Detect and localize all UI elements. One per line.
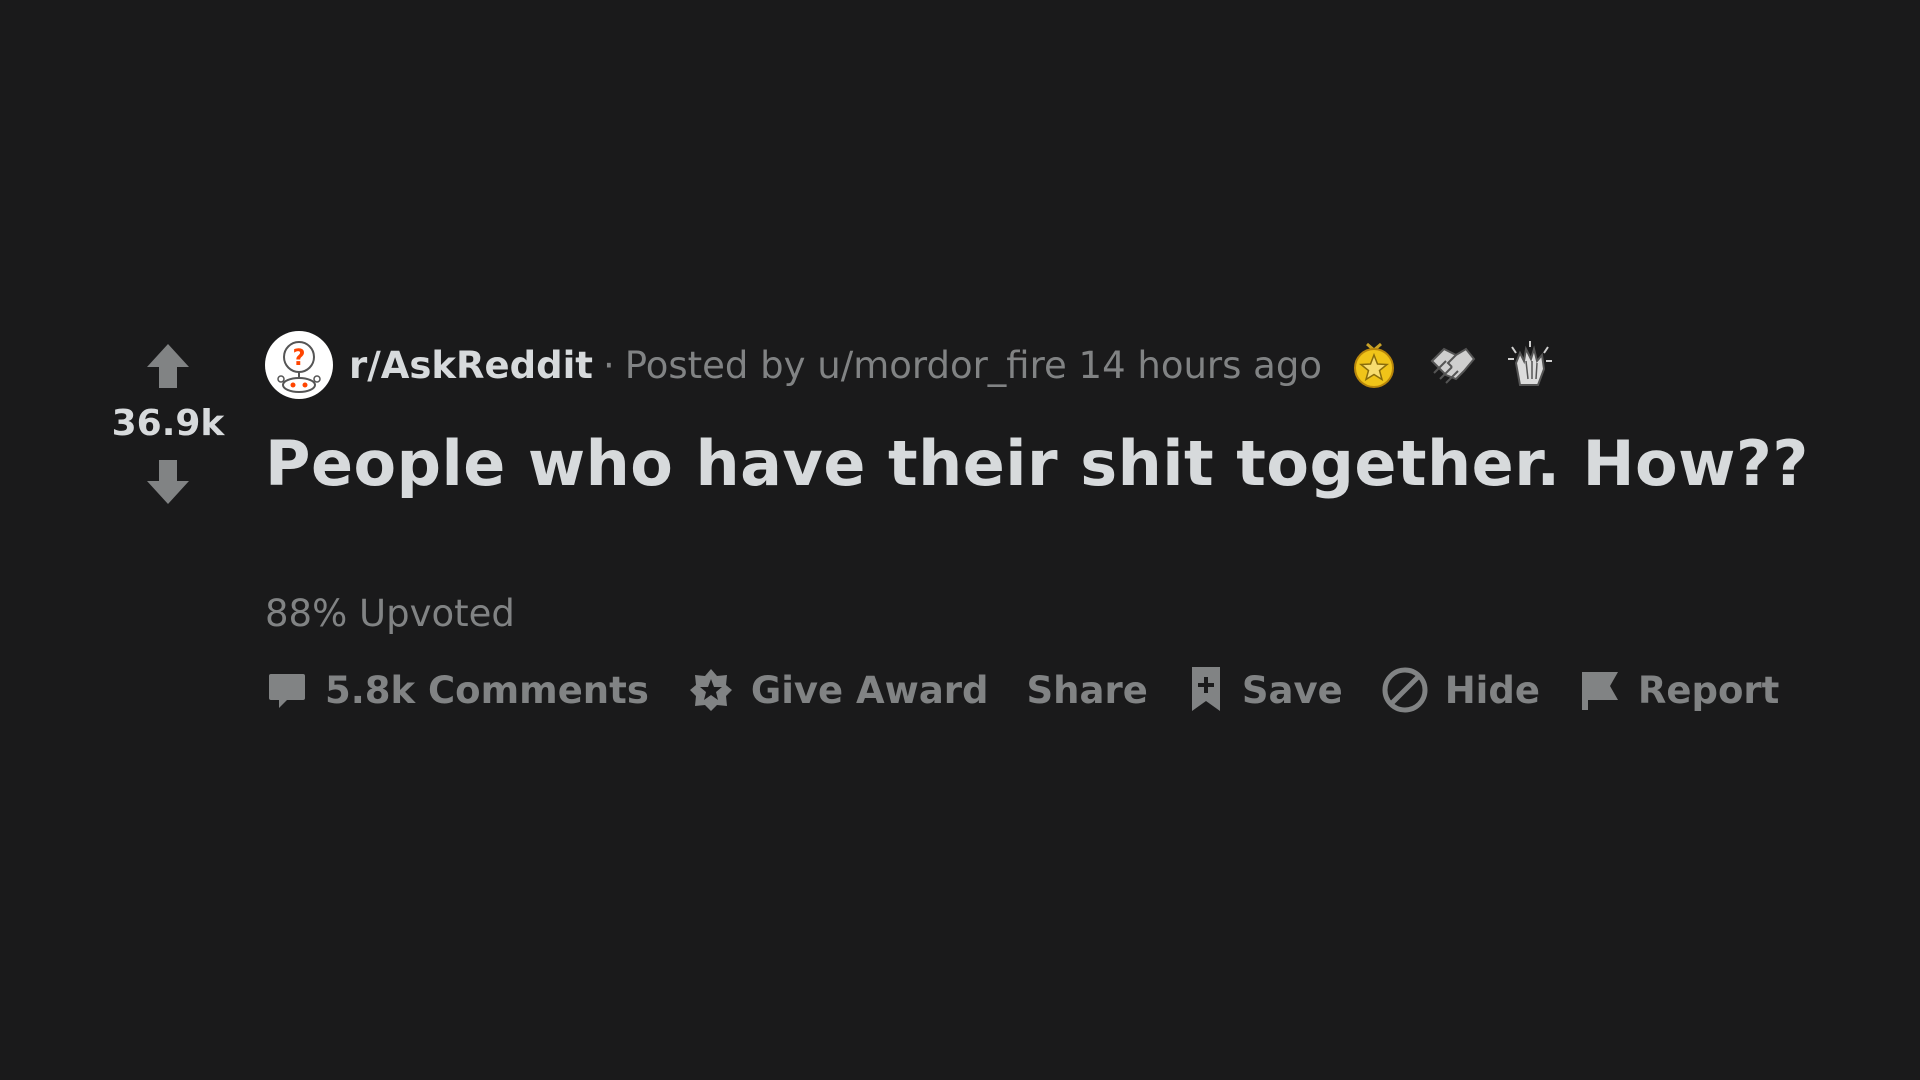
save-label: Save	[1241, 668, 1343, 712]
post-title[interactable]: People who have their shit together. How…	[265, 426, 1865, 502]
author-username[interactable]: u/mordor_fire	[817, 344, 1066, 387]
post-content: ? r/AskReddit · Posted by u/mordor_fire …	[265, 330, 1865, 715]
clapping-award-icon	[1507, 341, 1552, 386]
comment-icon	[269, 674, 305, 708]
award-handshake[interactable]	[1426, 339, 1478, 391]
post-actions: 5.8k Comments Give Award Share Save Hide…	[265, 665, 1865, 715]
hide-icon	[1382, 667, 1428, 713]
subreddit-name[interactable]: r/AskReddit	[349, 344, 593, 387]
hide-label: Hide	[1444, 668, 1540, 712]
vote-score: 36.9k	[111, 403, 225, 444]
posted-by-text: Posted by u/mordor_fire 14 hours ago	[625, 344, 1322, 387]
downvote-arrow-icon	[147, 460, 189, 504]
upvote-arrow-icon	[147, 344, 189, 388]
upvote-ratio: 88% Upvoted	[265, 592, 515, 635]
flag-icon	[1581, 672, 1618, 710]
post-container: 36.9k ? r/AskReddit · Posted by u/mordor…	[0, 0, 1920, 1080]
comments-button[interactable]: 5.8k Comments	[265, 668, 649, 712]
subreddit-avatar[interactable]: ?	[265, 331, 333, 399]
award-gold[interactable]	[1348, 339, 1400, 391]
award-clapping[interactable]	[1504, 339, 1556, 391]
post-timestamp: 14 hours ago	[1078, 343, 1322, 387]
report-button[interactable]: Report	[1578, 668, 1779, 712]
report-label: Report	[1637, 668, 1780, 712]
awards-row	[1348, 339, 1556, 391]
give-award-label: Give Award	[750, 668, 989, 712]
hide-button[interactable]: Hide	[1381, 666, 1540, 714]
share-button[interactable]: Share	[1027, 669, 1148, 712]
gold-star-award-icon	[1353, 342, 1394, 388]
award-icon	[689, 669, 732, 711]
bookmark-icon	[1191, 667, 1220, 711]
askreddit-snoo-icon: ?	[277, 341, 321, 393]
downvote-button[interactable]	[138, 452, 198, 512]
vote-column: 36.9k	[100, 336, 236, 512]
post-meta: ? r/AskReddit · Posted by u/mordor_fire …	[265, 330, 1865, 400]
share-label: Share	[1026, 668, 1148, 712]
save-button[interactable]: Save	[1186, 665, 1343, 715]
comments-label: 5.8k Comments	[325, 668, 649, 712]
meta-separator: ·	[602, 343, 615, 387]
give-award-button[interactable]: Give Award	[687, 666, 989, 714]
upvote-button[interactable]	[138, 336, 198, 396]
posted-by-label: Posted by	[624, 343, 806, 387]
handshake-award-icon	[1430, 347, 1476, 384]
svg-text:?: ?	[293, 346, 306, 371]
